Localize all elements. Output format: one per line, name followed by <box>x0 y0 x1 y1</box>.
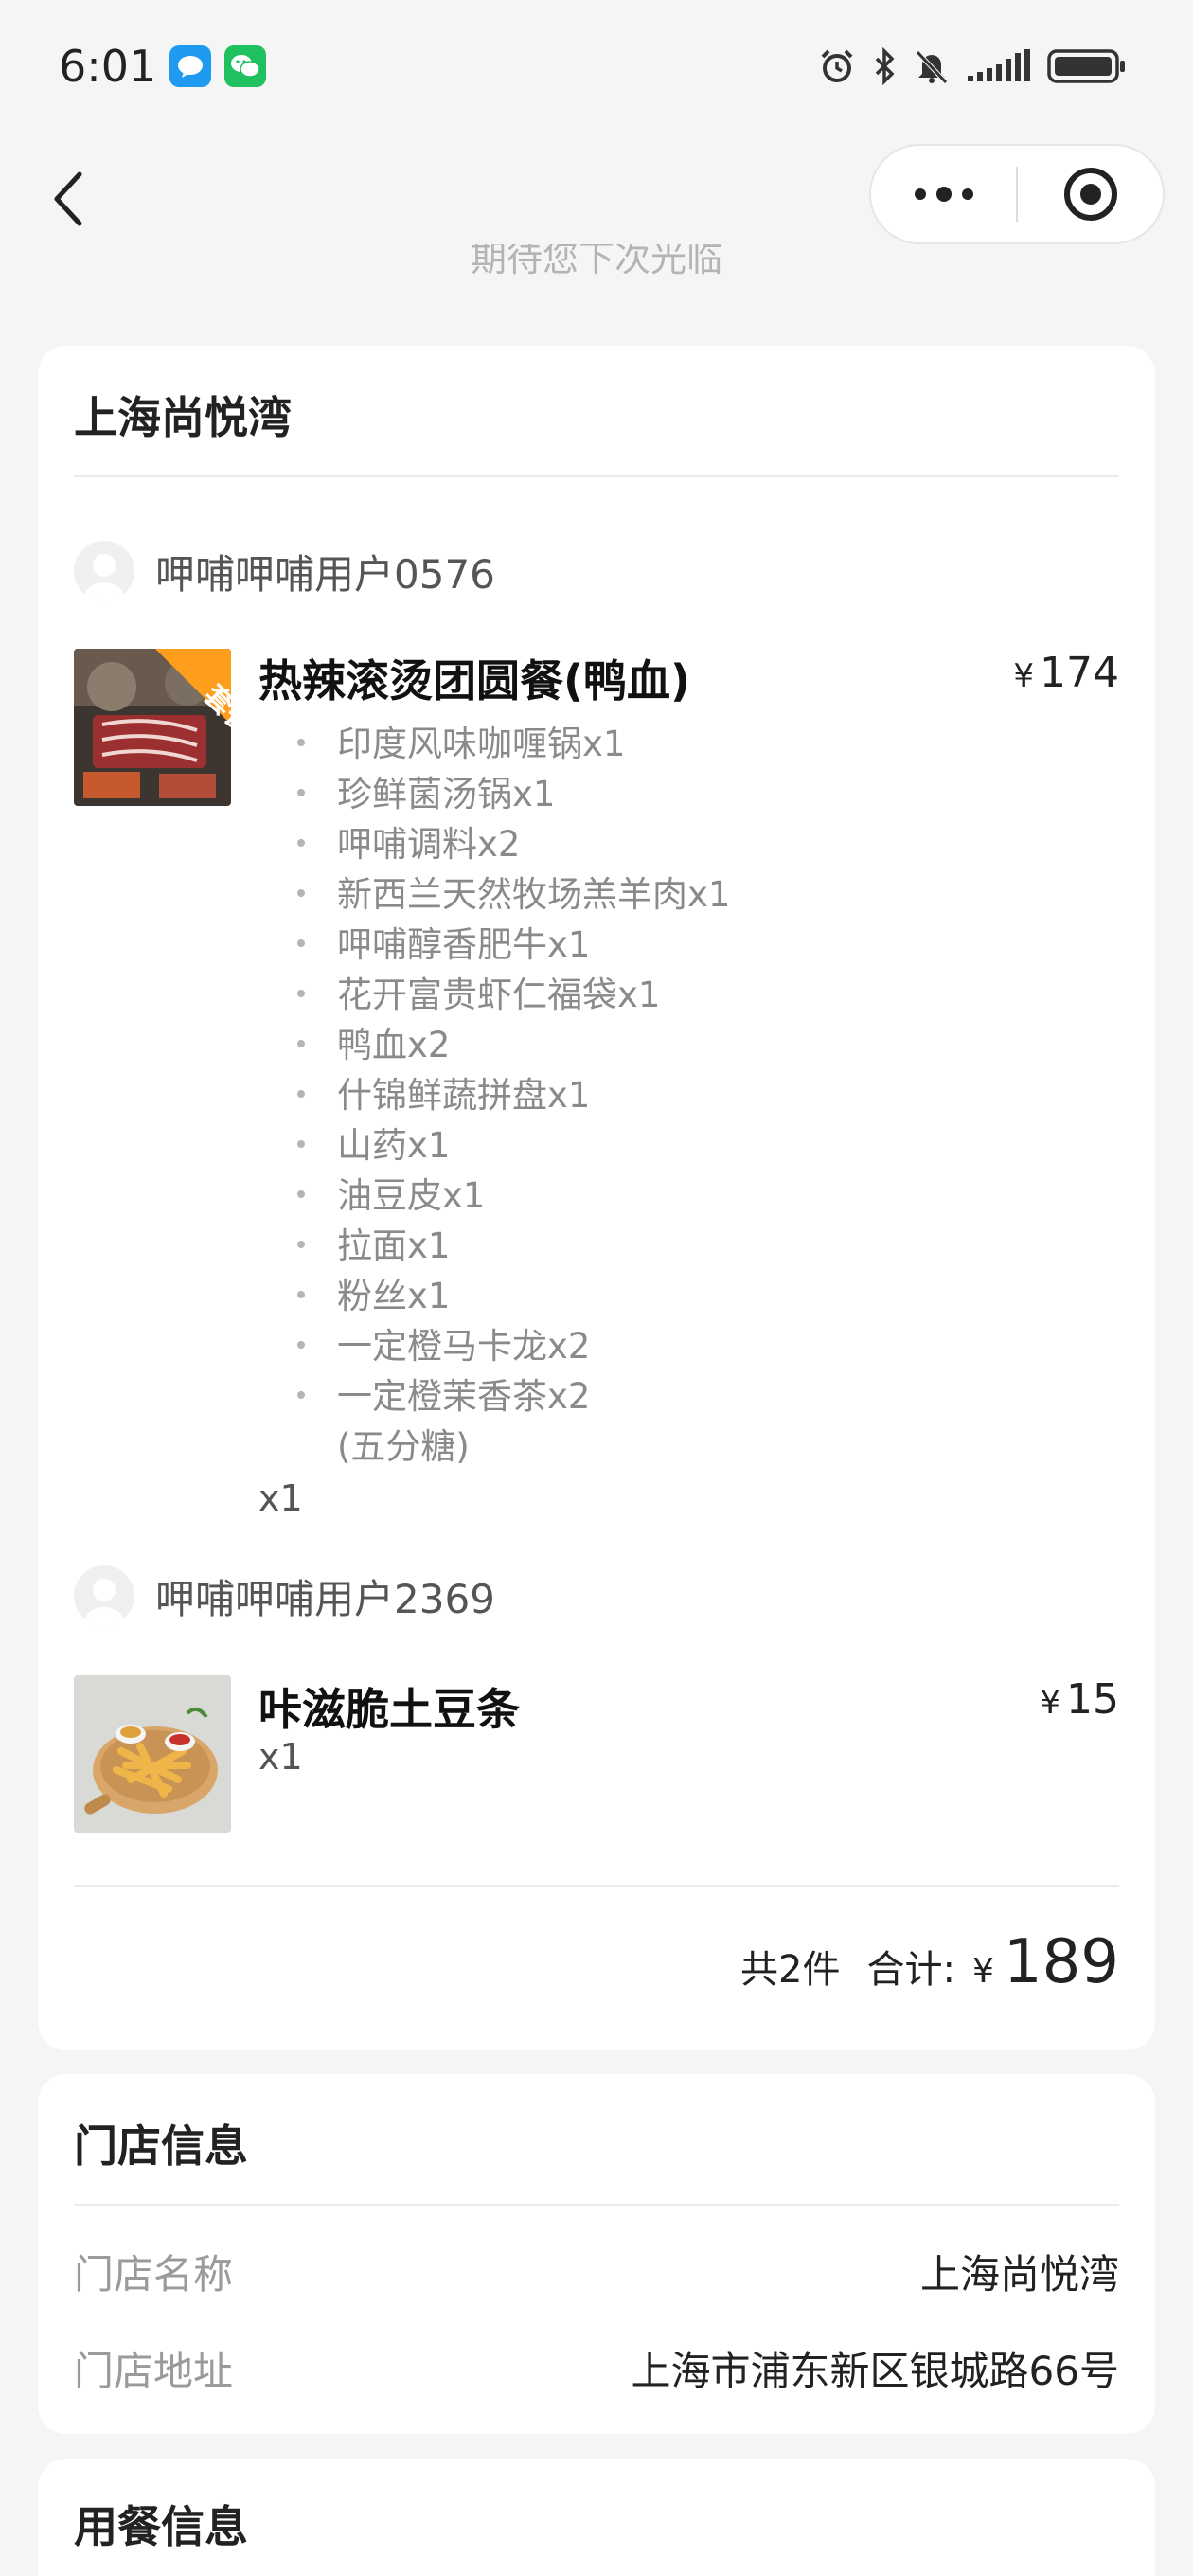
alarm-icon <box>821 49 853 82</box>
item-thumbnail[interactable] <box>74 1675 231 1833</box>
divider <box>74 475 1119 477</box>
store-info-title: 门店信息 <box>74 2120 248 2172</box>
total-label: 合计: <box>866 1948 955 1992</box>
chevron-left-icon <box>54 171 82 226</box>
set-item-note: (五分糖) <box>337 1426 470 1467</box>
set-item: 山药x1 <box>296 1117 450 1168</box>
signal-icon <box>968 49 1030 81</box>
set-item: 什锦鲜蔬拼盘x1 <box>296 1066 590 1118</box>
wechat-icon <box>224 45 267 87</box>
set-item: 拉面x1 <box>296 1217 450 1268</box>
user-placeholder-icon <box>83 554 125 601</box>
store-name-label: 门店名称 <box>74 2251 234 2298</box>
store-name-title: 上海尚悦湾 <box>74 392 292 443</box>
store-name-value: 上海尚悦湾 <box>919 2251 1119 2298</box>
set-item: 花开富贵虾仁福袋x1 <box>296 966 660 1017</box>
item-price-value: 15 <box>1066 1675 1119 1724</box>
item-name: 热辣滚烫团圆餐(鸭血) <box>258 655 691 707</box>
store-info-card: 门店信息 门店名称 上海尚悦湾 门店地址 上海市浦东新区银城路66号 <box>38 2074 1155 2434</box>
nav-bar <box>0 133 1193 256</box>
item-count: 共2件 <box>740 1948 841 1992</box>
user-placeholder-icon <box>83 1579 125 1626</box>
divider <box>74 1885 1119 1887</box>
item-price: ¥15 <box>1040 1675 1119 1724</box>
more-icon <box>914 187 973 202</box>
set-item: 呷哺调料x2 <box>296 815 520 867</box>
avatar <box>74 1565 134 1626</box>
more-button[interactable] <box>871 146 1016 242</box>
order-card: 上海尚悦湾 呷哺呷哺用户0576 套餐 热辣滚烫团圆餐(鸭血) ¥174 印度风… <box>38 346 1155 2050</box>
divider <box>74 2204 1119 2206</box>
bluetooth-icon <box>875 47 895 85</box>
user-name: 呷哺呷哺用户2369 <box>155 1575 495 1622</box>
order-summary: 共2件 合计: ¥ 189 <box>740 1927 1119 1997</box>
set-item: 新西兰天然牧场羔羊肉x1 <box>296 866 730 917</box>
close-mini-program-button[interactable] <box>1018 146 1163 242</box>
set-item: 粉丝x1 <box>296 1267 450 1318</box>
currency-symbol: ¥ <box>1040 1684 1060 1722</box>
store-address-value: 上海市浦东新区银城路66号 <box>631 2348 1119 2394</box>
set-item: 鸭血x2 <box>296 1016 450 1067</box>
user-name: 呷哺呷哺用户0576 <box>155 550 495 598</box>
message-app-icon <box>169 45 212 87</box>
set-item: 油豆皮x1 <box>296 1167 485 1218</box>
currency-symbol: ¥ <box>1013 657 1035 695</box>
store-name-row: 门店名称 上海尚悦湾 <box>74 2243 1119 2300</box>
item-price-value: 174 <box>1040 649 1119 697</box>
status-left: 6:01 <box>59 41 267 92</box>
set-item: 珍鲜菌汤锅x1 <box>296 765 555 816</box>
item-quantity: x1 <box>258 1477 303 1519</box>
mute-icon <box>916 50 948 84</box>
dining-info-card: 用餐信息 <box>38 2459 1155 2576</box>
status-right <box>818 47 1127 85</box>
hotpot-set-image: 套餐 <box>74 649 231 806</box>
battery-icon <box>1047 49 1125 83</box>
user-row: 呷哺呷哺用户2369 <box>74 1565 495 1626</box>
set-item: 一定橙马卡龙x2 <box>296 1317 590 1368</box>
set-item: 印度风味咖喱锅x1 <box>296 715 625 766</box>
currency-symbol: ¥ <box>971 1952 994 1991</box>
dining-info-title: 用餐信息 <box>74 2501 248 2552</box>
set-item: 一定橙茉香茶x2 <box>296 1368 590 1419</box>
record-icon <box>1063 168 1117 221</box>
avatar <box>74 541 134 601</box>
status-bar: 6:01 <box>0 0 1193 133</box>
faded-header-text: 期待您下次光临 <box>470 244 722 278</box>
mini-program-capsule <box>869 144 1165 244</box>
status-time: 6:01 <box>59 41 157 92</box>
item-thumbnail[interactable]: 套餐 <box>74 649 231 806</box>
order-total: 189 <box>1003 1927 1119 1997</box>
user-row: 呷哺呷哺用户0576 <box>74 541 495 601</box>
item-name: 咔滋脆土豆条 <box>258 1684 520 1735</box>
store-address-row[interactable]: 门店地址 上海市浦东新区银城路66号 <box>74 2339 1119 2397</box>
item-price: ¥174 <box>1013 649 1119 697</box>
set-item: 呷哺醇香肥牛x1 <box>296 916 590 967</box>
store-address-label: 门店地址 <box>74 2348 234 2394</box>
back-button[interactable] <box>38 161 98 237</box>
fries-image <box>74 1675 231 1833</box>
item-quantity: x1 <box>258 1736 303 1778</box>
